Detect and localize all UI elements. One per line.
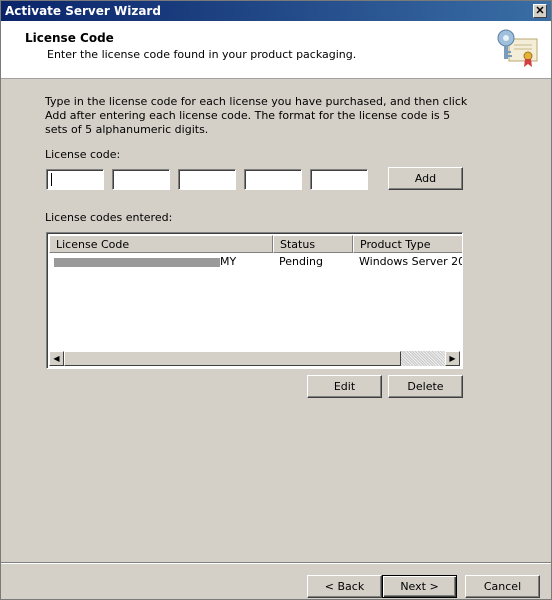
wizard-header: License Code Enter the license code foun… xyxy=(1,21,551,79)
delete-button[interactable]: Delete xyxy=(388,375,463,398)
license-code-field-3[interactable] xyxy=(178,169,236,190)
add-button[interactable]: Add xyxy=(388,167,463,190)
edit-button[interactable]: Edit xyxy=(307,375,382,398)
title-bar: Activate Server Wizard ✕ xyxy=(1,1,551,21)
wizard-window: Activate Server Wizard ✕ License Code En… xyxy=(0,0,552,600)
scrollbar-thumb[interactable] xyxy=(64,351,401,366)
page-subtitle: Enter the license code found in your pro… xyxy=(47,48,357,61)
license-code-field-1[interactable] xyxy=(46,169,104,190)
scroll-right-icon[interactable]: ▶ xyxy=(445,351,460,366)
status-cell: Pending xyxy=(279,255,323,268)
product-type-cell: Windows Server 2008 xyxy=(359,255,462,268)
scrollbar-track[interactable] xyxy=(401,351,445,366)
window-title: Activate Server Wizard xyxy=(5,4,161,18)
horizontal-scrollbar[interactable]: ◀ ▶ xyxy=(49,351,460,366)
back-button[interactable]: < Back xyxy=(307,575,382,598)
column-header-product-type[interactable]: Product Type xyxy=(353,235,462,253)
next-button[interactable]: Next > xyxy=(382,575,457,598)
column-header-license-code[interactable]: License Code xyxy=(49,235,273,253)
instructions-text: Type in the license code for each licens… xyxy=(45,95,468,136)
license-codes-entered-label: License codes entered: xyxy=(45,211,173,224)
license-code-field-5[interactable] xyxy=(310,169,368,190)
footer-divider xyxy=(1,562,551,564)
text-cursor xyxy=(51,173,52,186)
cancel-button[interactable]: Cancel xyxy=(465,575,540,598)
close-button[interactable]: ✕ xyxy=(533,4,547,18)
license-code-field-4[interactable] xyxy=(244,169,302,190)
license-code-field-2[interactable] xyxy=(112,169,170,190)
close-icon: ✕ xyxy=(535,4,545,17)
column-header-status[interactable]: Status xyxy=(273,235,353,253)
redacted-license-code xyxy=(54,258,220,267)
certificate-key-icon xyxy=(497,29,538,67)
page-title: License Code xyxy=(25,31,114,45)
license-code-label: License code: xyxy=(45,148,121,161)
list-header: License Code Status Product Type xyxy=(49,235,462,253)
scroll-left-icon[interactable]: ◀ xyxy=(49,351,64,366)
license-code-cell: MY xyxy=(49,255,273,270)
license-code-visible-suffix: MY xyxy=(220,255,237,268)
license-codes-list[interactable]: License Code Status Product Type MY Pend… xyxy=(46,232,463,369)
